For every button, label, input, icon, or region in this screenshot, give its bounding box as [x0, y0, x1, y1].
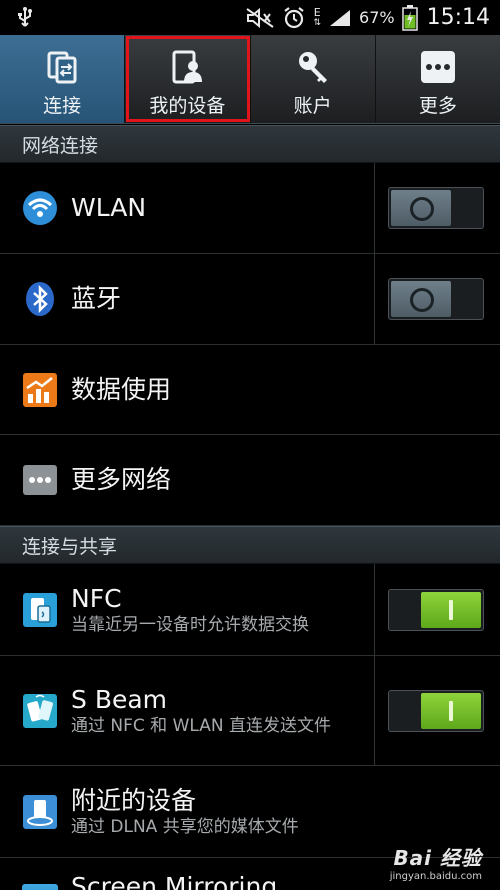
s-beam-icon	[22, 693, 58, 729]
mute-icon	[245, 7, 275, 29]
row-title: 数据使用	[71, 374, 172, 404]
row-title: S Beam	[71, 684, 168, 714]
nfc-icon	[22, 592, 58, 628]
settings-row-s-beam[interactable]: S Beam 通过 NFC 和 WLAN 直连发送文件	[0, 656, 500, 766]
battery-percent: 67%	[359, 8, 395, 27]
tab-label: 账户	[293, 95, 332, 117]
settings-tab-bar: 连接 我的设备 账户 更多	[0, 35, 500, 124]
settings-row-wlan[interactable]: WLAN	[0, 163, 500, 254]
tab-label: 我的设备	[149, 95, 226, 117]
signal-icon	[328, 8, 352, 28]
section-header-network: 网络连接	[0, 125, 500, 163]
tab-label: 更多	[418, 95, 457, 117]
row-subtitle: 当靠近另一设备时允许数据交换	[71, 614, 309, 635]
alarm-icon	[282, 6, 306, 30]
tab-my-device[interactable]: 我的设备	[125, 35, 251, 123]
account-key-icon	[293, 47, 333, 87]
section-header-sharing: 连接与共享	[0, 526, 500, 564]
more-dots-icon	[418, 47, 458, 87]
battery-charging-icon	[401, 4, 418, 31]
watermark-logo: Bai 经验	[393, 846, 482, 870]
tab-label: 连接	[43, 95, 82, 117]
more-networks-icon	[22, 462, 58, 498]
row-subtitle: 通过 NFC 和 WLAN 直连发送文件	[71, 715, 331, 736]
watermark-url: jingyan.baidu.com	[389, 871, 482, 882]
row-title: NFC	[71, 583, 122, 613]
nearby-devices-icon	[22, 794, 58, 830]
row-subtitle: 通过 DLNA 共享您的媒体文件	[71, 816, 299, 837]
usb-icon	[16, 6, 34, 29]
connection-icon	[42, 47, 82, 87]
row-title: 更多网络	[71, 465, 172, 494]
status-bar: E ⇅ 67% 15:14	[0, 0, 500, 35]
bluetooth-toggle[interactable]	[388, 278, 484, 320]
row-title: Screen Mirroring	[71, 872, 278, 890]
row-title: 蓝牙	[71, 284, 122, 313]
baidu-jingyan-watermark: Bai 经验 jingyan.baidu.com	[390, 842, 482, 882]
row-title: 附近的设备	[71, 785, 197, 815]
screen-mirroring-icon	[22, 884, 58, 890]
edge-data-icon: E ⇅	[313, 5, 322, 28]
settings-row-bluetooth[interactable]: 蓝牙	[0, 254, 500, 345]
settings-row-nfc[interactable]: NFC 当靠近另一设备时允许数据交换	[0, 564, 500, 656]
wifi-icon	[22, 190, 58, 226]
s-beam-toggle[interactable]	[388, 689, 484, 732]
bluetooth-icon	[22, 281, 58, 317]
settings-row-more-networks[interactable]: 更多网络	[0, 435, 500, 526]
tab-connections[interactable]: 连接	[0, 35, 126, 123]
settings-row-data-usage[interactable]: 数据使用	[0, 345, 500, 435]
tab-accounts[interactable]: 账户	[251, 35, 376, 123]
row-title: WLAN	[71, 193, 147, 222]
clock: 15:14	[426, 5, 490, 30]
tab-more[interactable]: 更多	[376, 35, 500, 123]
nfc-toggle[interactable]	[388, 588, 484, 631]
my-device-icon	[167, 47, 207, 87]
data-usage-icon	[22, 372, 58, 408]
wlan-toggle[interactable]	[388, 187, 484, 229]
